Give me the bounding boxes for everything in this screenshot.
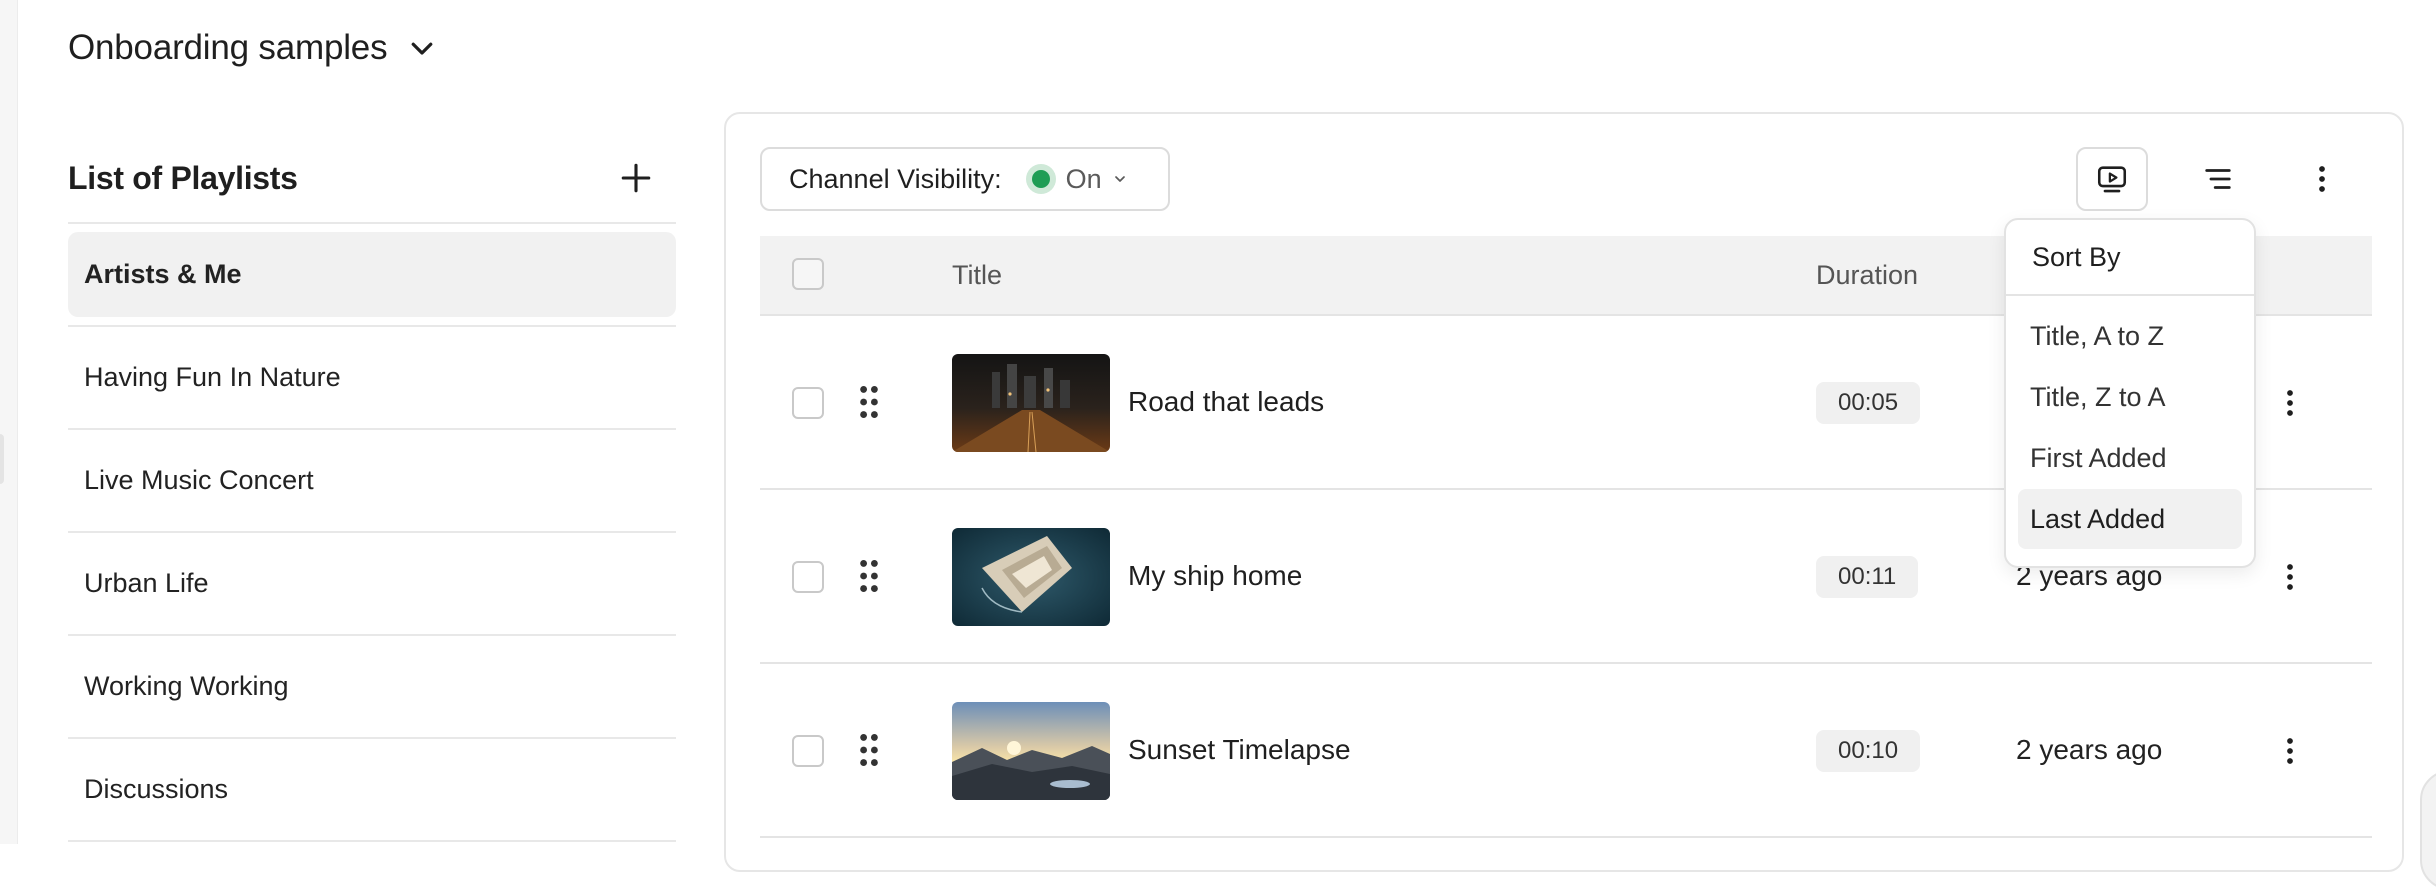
sidebar-title: List of Playlists — [68, 159, 298, 196]
row-more-button[interactable] — [2270, 382, 2310, 424]
video-player-icon — [2097, 166, 2127, 193]
kebab-menu-icon — [2287, 390, 2293, 416]
kebab-menu-icon — [2319, 166, 2325, 192]
video-thumbnail-city-night[interactable] — [952, 354, 1110, 452]
plus-icon — [621, 163, 651, 193]
rail-handle[interactable] — [0, 434, 4, 484]
playlist-label: Urban Life — [84, 568, 209, 598]
playlist-list: Artists & Me Having Fun In Nature Live M… — [68, 224, 676, 842]
drag-handle-icon[interactable] — [858, 732, 880, 768]
add-playlist-button[interactable] — [606, 148, 666, 208]
visibility-state-label: On — [1065, 163, 1102, 194]
more-options-button[interactable] — [2286, 147, 2358, 211]
select-all-checkbox[interactable] — [792, 258, 824, 290]
playlist-label: Having Fun In Nature — [84, 362, 341, 392]
playlist-item-artists-and-me[interactable]: Artists & Me — [68, 224, 676, 327]
app-left-rail — [0, 0, 18, 844]
column-duration[interactable]: Duration — [1816, 260, 1918, 291]
playlist-item-urban-life[interactable]: Urban Life — [68, 533, 676, 636]
row-checkbox[interactable] — [792, 387, 824, 419]
sort-option-first-added[interactable]: First Added — [2018, 428, 2242, 488]
row-more-button[interactable] — [2270, 730, 2310, 772]
sort-option-title-a-to-z[interactable]: Title, A to Z — [2018, 306, 2242, 366]
sort-options: Title, A to Z Title, Z to A First Added … — [2006, 296, 2254, 560]
chevron-down-icon[interactable] — [407, 33, 437, 63]
playlist-item-having-fun-in-nature[interactable]: Having Fun In Nature — [68, 327, 676, 430]
sort-lines-icon — [2205, 169, 2231, 189]
kebab-menu-icon — [2287, 564, 2293, 590]
sort-by-heading: Sort By — [2006, 220, 2254, 296]
drag-handle-icon[interactable] — [858, 384, 880, 420]
video-thumbnail-ship-aerial[interactable] — [952, 528, 1110, 626]
visibility-state: On — [1025, 163, 1128, 195]
playlist-item-working-working[interactable]: Working Working — [68, 636, 676, 739]
playlist-item-live-music-concert[interactable]: Live Music Concert — [68, 430, 676, 533]
duration-badge: 00:11 — [1816, 556, 1919, 598]
preview-player-button[interactable] — [2076, 147, 2148, 211]
playlist-label: Working Working — [84, 671, 289, 701]
page-header: Onboarding samples — [68, 24, 437, 72]
playlist-item-discussions[interactable]: Discussions — [68, 739, 676, 842]
drag-handle-icon[interactable] — [858, 558, 880, 594]
duration-badge: 00:10 — [1816, 730, 1921, 772]
visibility-label: Channel Visibility: — [789, 163, 1002, 194]
table-row[interactable]: Sunset Timelapse 00:10 2 years ago — [760, 664, 2372, 838]
sidebar-header: List of Playlists — [68, 134, 676, 224]
sort-by-dropdown: Sort By Title, A to Z Title, Z to A Firs… — [2004, 218, 2256, 568]
row-more-button[interactable] — [2270, 556, 2310, 598]
kebab-menu-icon — [2287, 738, 2293, 764]
status-dot-icon — [1025, 164, 1056, 194]
playlist-label: Live Music Concert — [84, 465, 314, 495]
column-title[interactable]: Title — [952, 260, 1002, 291]
video-title[interactable]: My ship home — [1128, 560, 1302, 592]
sort-option-last-added[interactable]: Last Added — [2018, 489, 2242, 549]
video-title[interactable]: Sunset Timelapse — [1128, 734, 1351, 766]
playlist-label: Artists & Me — [84, 259, 242, 289]
video-title[interactable]: Road that leads — [1128, 386, 1324, 418]
playlist-sidebar: List of Playlists Artists & Me Having Fu… — [68, 134, 676, 842]
duration-badge: 00:05 — [1816, 382, 1921, 424]
sort-button[interactable] — [2182, 147, 2254, 211]
channel-visibility-button[interactable]: Channel Visibility: On — [760, 147, 1170, 211]
sort-option-title-z-to-a[interactable]: Title, Z to A — [2018, 367, 2242, 427]
floating-widget-edge[interactable] — [2420, 770, 2436, 890]
row-checkbox[interactable] — [792, 735, 824, 767]
row-checkbox[interactable] — [792, 561, 824, 593]
video-thumbnail-mountain-sunset[interactable] — [952, 702, 1110, 800]
added-date: 2 years ago — [2016, 734, 2163, 765]
playlist-label: Discussions — [84, 774, 229, 804]
chevron-down-icon — [1114, 176, 1125, 182]
page-title: Onboarding samples — [68, 28, 388, 67]
